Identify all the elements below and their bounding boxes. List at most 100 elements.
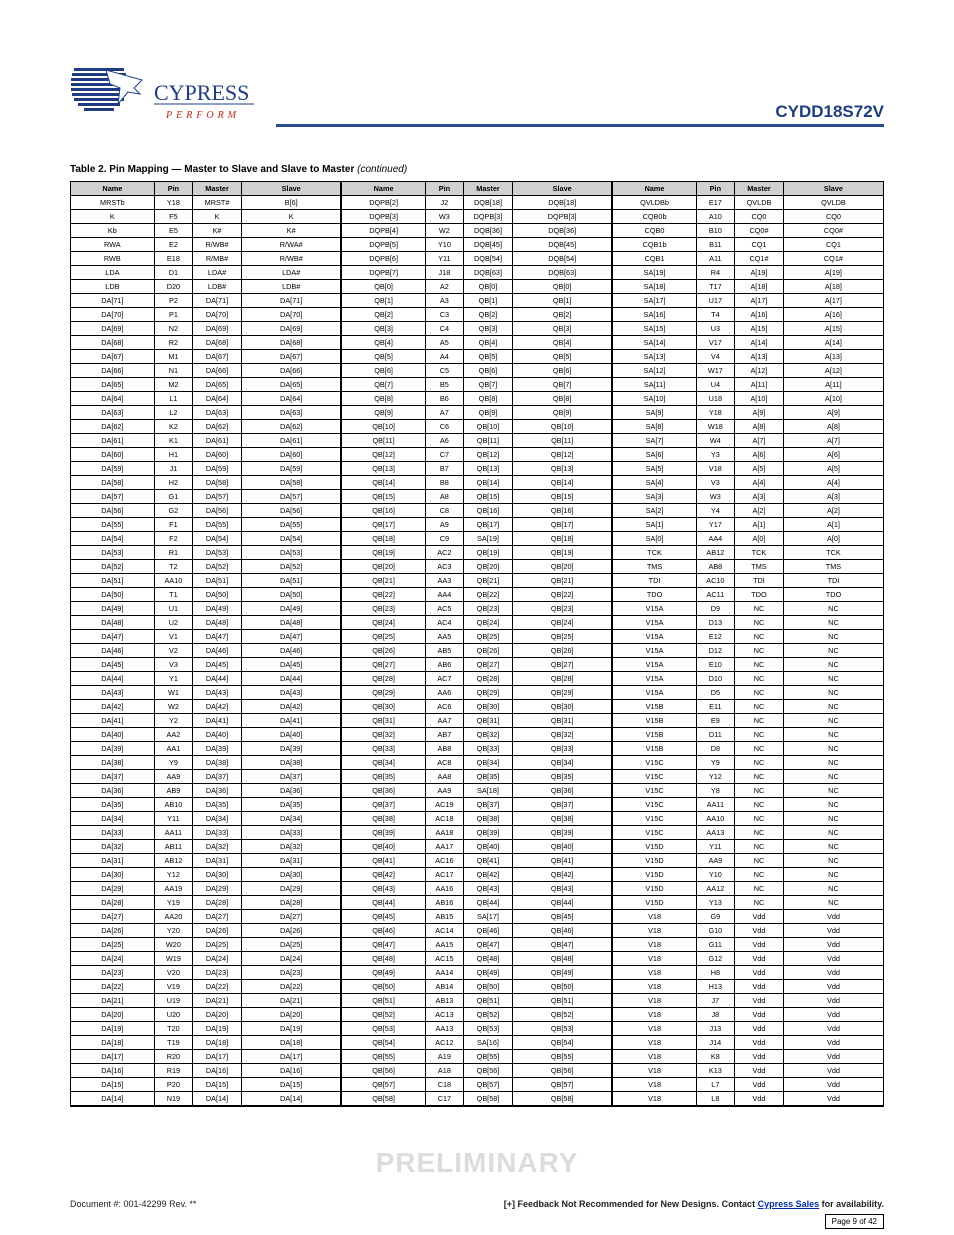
table-cell: SA[7] xyxy=(612,434,696,448)
table-cell: Vdd xyxy=(783,938,883,952)
table-row: DA[70]P1DA[70]DA[70]QB[2]C3QB[2]QB[2]SA[… xyxy=(71,308,884,322)
table-cell: QB[17] xyxy=(512,518,612,532)
table-cell: AC8 xyxy=(425,756,463,770)
table-cell: DA[71] xyxy=(71,294,155,308)
table-cell: V18 xyxy=(612,1036,696,1050)
table-cell: QB[23] xyxy=(512,602,612,616)
table-cell: DQPB[4] xyxy=(341,224,425,238)
table-cell: AC4 xyxy=(425,616,463,630)
table-cell: QB[10] xyxy=(464,420,513,434)
table-cell: G11 xyxy=(696,938,734,952)
table-cell: V15C xyxy=(612,826,696,840)
table-cell: A[2] xyxy=(735,504,784,518)
table-cell: Vdd xyxy=(783,1008,883,1022)
table-cell: QB[6] xyxy=(464,364,513,378)
table-cell: A[16] xyxy=(735,308,784,322)
table-cell: QB[39] xyxy=(341,826,425,840)
table-cell: DA[18] xyxy=(71,1036,155,1050)
table-cell: QVLDB xyxy=(783,196,883,210)
table-row: DA[68]R2DA[68]DA[68]QB[4]A5QB[4]QB[4]SA[… xyxy=(71,336,884,350)
table-row: DA[56]G2DA[56]DA[56]QB[16]C8QB[16]QB[16]… xyxy=(71,504,884,518)
table-cell: DA[30] xyxy=(241,868,341,882)
table-cell: QB[17] xyxy=(464,518,513,532)
table-cell: QB[38] xyxy=(512,812,612,826)
table-cell: DA[66] xyxy=(241,364,341,378)
table-cell: AA5 xyxy=(425,630,463,644)
table-cell: DA[58] xyxy=(71,476,155,490)
table-cell: NC xyxy=(735,896,784,910)
table-cell: DA[38] xyxy=(193,756,242,770)
table-cell: QB[25] xyxy=(464,630,513,644)
table-cell: QB[51] xyxy=(464,994,513,1008)
table-cell: AB8 xyxy=(425,742,463,756)
table-cell: A[3] xyxy=(735,490,784,504)
table-row: DA[66]N1DA[66]DA[66]QB[6]C5QB[6]QB[6]SA[… xyxy=(71,364,884,378)
table-cell: DA[33] xyxy=(241,826,341,840)
table-cell: V15B xyxy=(612,742,696,756)
table-cell: R19 xyxy=(154,1064,192,1078)
col-header: Master xyxy=(464,182,513,196)
table-cell: LDA# xyxy=(241,266,341,280)
table-cell: DA[33] xyxy=(193,826,242,840)
table-cell: AB7 xyxy=(425,728,463,742)
table-cell: T17 xyxy=(696,280,734,294)
table-cell: DA[59] xyxy=(71,462,155,476)
table-cell: QB[3] xyxy=(341,322,425,336)
table-cell: DQB[45] xyxy=(512,238,612,252)
table-cell: NC xyxy=(735,770,784,784)
table-cell: AA11 xyxy=(696,798,734,812)
table-cell: QB[42] xyxy=(512,868,612,882)
table-cell: SA[18] xyxy=(612,280,696,294)
table-cell: AC2 xyxy=(425,546,463,560)
table-cell: QB[38] xyxy=(341,812,425,826)
table-cell: V15D xyxy=(612,896,696,910)
table-cell: Y11 xyxy=(696,840,734,854)
table-cell: DA[45] xyxy=(193,658,242,672)
table-cell: QB[40] xyxy=(512,840,612,854)
table-cell: DA[40] xyxy=(193,728,242,742)
sales-link[interactable]: Cypress Sales xyxy=(758,1199,820,1209)
table-cell: DA[69] xyxy=(71,322,155,336)
table-cell: QB[34] xyxy=(512,756,612,770)
table-cell: A18 xyxy=(425,1064,463,1078)
table-cell: DA[27] xyxy=(71,910,155,924)
table-cell: DA[42] xyxy=(71,700,155,714)
table-cell: TDI xyxy=(612,574,696,588)
table-cell: A2 xyxy=(425,280,463,294)
table-cell: A9 xyxy=(425,518,463,532)
table-cell: DQPB[2] xyxy=(341,196,425,210)
table-cell: QVLDBb xyxy=(612,196,696,210)
table-cell: QB[39] xyxy=(464,826,513,840)
table-cell: QB[20] xyxy=(512,560,612,574)
table-cell: RWB xyxy=(71,252,155,266)
table-cell: V18 xyxy=(612,924,696,938)
table-cell: NC xyxy=(735,602,784,616)
table-cell: V18 xyxy=(612,980,696,994)
table-row: DA[65]M2DA[65]DA[65]QB[7]B5QB[7]QB[7]SA[… xyxy=(71,378,884,392)
table-row: DA[47]V1DA[47]DA[47]QB[25]AA5QB[25]QB[25… xyxy=(71,630,884,644)
table-row: DA[29]AA19DA[29]DA[29]QB[43]AA16QB[43]QB… xyxy=(71,882,884,896)
table-cell: A[0] xyxy=(735,532,784,546)
table-cell: CQ0 xyxy=(783,210,883,224)
table-cell: D11 xyxy=(696,728,734,742)
table-cell: QB[16] xyxy=(341,504,425,518)
table-cell: QB[56] xyxy=(512,1064,612,1078)
table-cell: AA9 xyxy=(154,770,192,784)
table-cell: DA[53] xyxy=(241,546,341,560)
table-cell: DA[44] xyxy=(71,672,155,686)
table-cell: Y2 xyxy=(154,714,192,728)
table-cell: DA[52] xyxy=(193,560,242,574)
table-cell: E9 xyxy=(696,714,734,728)
table-cell: QB[40] xyxy=(341,840,425,854)
table-cell: TCK xyxy=(735,546,784,560)
table-cell: QB[49] xyxy=(341,966,425,980)
table-cell: QB[28] xyxy=(464,672,513,686)
table-cell: TMS xyxy=(735,560,784,574)
table-cell: DA[50] xyxy=(193,588,242,602)
part-number: CYDD18S72V xyxy=(775,102,884,122)
table-cell: QB[37] xyxy=(464,798,513,812)
table-cell: DA[21] xyxy=(71,994,155,1008)
table-row: DA[50]T1DA[50]DA[50]QB[22]AA4QB[22]QB[22… xyxy=(71,588,884,602)
table-cell: DA[25] xyxy=(71,938,155,952)
table-cell: QB[7] xyxy=(512,378,612,392)
